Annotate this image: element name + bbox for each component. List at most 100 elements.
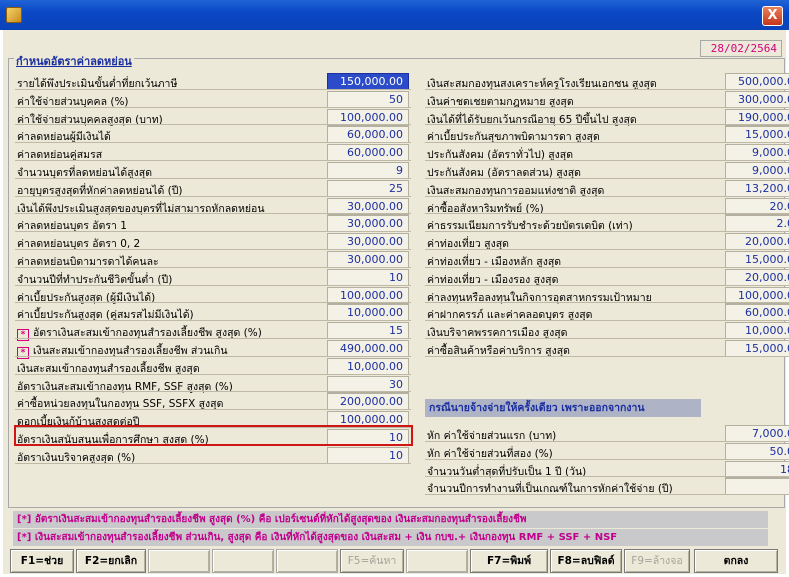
right-value-field[interactable]: 190,000.00 [725,108,789,126]
right-row: ประกันสังคม (อัตราทั่วไป) สูงสุด9,000.00 [427,144,789,162]
f9-clear-screen-button[interactable]: F9=ล้างจอ [624,549,690,573]
right-row: ค่าลงทุนหรือลงทุนในกิจการอุตสาหกรรมเป้าห… [427,286,789,304]
f8-delete-field-button[interactable]: F8=ลบฟิลด์ [550,549,622,573]
left-row: * เงินสะสมเข้ากองทุนสำรองเลี้ยงชีพ ส่วนเก… [17,340,409,359]
left-row: ค่าเบี้ยประกันสูงสุด (ผู้มีเงินได้) 100,0… [17,286,409,304]
right-row: ค่าซื้ออสังหาริมทรัพย์ (%)20.00 [427,197,789,215]
right-value-field[interactable]: 60,000.00 [725,304,789,322]
left-value-field[interactable]: 10 [327,268,409,286]
right-value-field[interactable]: 300,000.00 [725,90,789,108]
right-row: ค่าเบี้ยประกันสุขภาพบิดามารดา สูงสุด 15,0… [427,126,789,144]
row-divider [425,231,789,233]
right-value-field[interactable]: 15,000.00 [725,340,789,357]
blank-key-4 [406,549,468,573]
right-value-field[interactable]: 9,000.00 [725,144,789,162]
row-divider [15,409,411,411]
left-value-field[interactable]: 490,000.00 [327,340,409,357]
row-divider [15,462,411,464]
ok-button[interactable]: ตกลง [694,549,778,573]
left-value-field[interactable]: 30,000.00 [327,251,409,268]
right-value-field[interactable]: 100,000.00 [725,286,789,304]
row-divider [15,213,411,215]
left-row: * อัตราเงินสะสมเข้ากองทุนสำรองเลี้ยงชีพ ส… [17,322,409,342]
row-divider [425,494,789,496]
close-button[interactable]: X [762,6,783,26]
right-value-field[interactable]: 20,000.00 [725,268,789,286]
right-value-field[interactable]: 2.00 [725,215,789,233]
left-value-field[interactable]: 100,000.00 [327,108,409,126]
row-divider [15,142,411,144]
right-value-field[interactable]: 20.00 [725,197,789,215]
severance-value-field[interactable]: 50.00 [725,442,789,460]
group-title: กำหนดอัตราค่าลดหย่อน [14,52,134,70]
right-value-field[interactable]: 9,000.00 [725,162,789,179]
left-value-field[interactable]: 60,000.00 [327,126,409,144]
left-value-field[interactable]: 30 [327,375,409,393]
right-row: ค่าฝากครรภ์ และค่าคลอดบุตร สูงสุด 60,000.… [427,304,789,322]
row-divider [425,124,789,126]
left-row: จำนวนบุตรที่ลดหย่อนได้สูงสุด 9 [17,162,409,179]
left-value-field[interactable]: 10 [327,446,409,464]
left-value-field[interactable]: 150,000.00 [327,73,409,90]
left-value-field[interactable]: 30,000.00 [327,233,409,251]
row-divider [15,249,411,250]
row-divider [425,106,789,108]
f1-help-button[interactable]: F1=ช่วย [10,549,74,573]
left-value-field[interactable]: 9 [327,162,409,179]
row-divider [425,88,789,90]
left-value-field[interactable]: 30,000.00 [327,215,409,233]
left-row: ค่าลดหย่อนบุตร อัตรา 1 30,000.00 [17,215,409,233]
right-value-field[interactable]: 20,000.00 [725,233,789,251]
left-row: ค่าซื้อหน่วยลงทุนในกองทุน SSF, SSFX สูงส… [17,393,409,411]
row-divider [15,177,411,179]
left-row: อัตราเงินบริจาคสูงสุด (%) 10 [17,446,409,464]
left-value-field[interactable]: 15 [327,322,409,340]
row-divider [425,355,789,357]
highlight-box [14,425,413,446]
row-divider [15,106,411,108]
f5-search-button[interactable]: F5=ค้นหา [340,549,404,573]
severance-value-field[interactable]: 5 [725,478,789,496]
right-row: เงินบริจาคพรรคการเมือง สูงสุด10,000.00 [427,322,789,340]
left-value-field[interactable]: 50 [327,90,409,108]
row-divider [425,440,789,442]
left-row: รายได้พึงประเมินขั้นต่ำที่ยกเว้นภาษี 150,… [17,73,409,90]
right-row: เงินได้ที่ได้รับยกเว้นกรณีอายุ 65 ปีขึ้น… [427,108,789,126]
row-divider [15,231,411,233]
row-divider [15,320,411,322]
severance-row: จำนวนวันต่ำสุดที่ปรับเป็น 1 ปี (วัน)183 [427,460,789,478]
left-value-field[interactable]: 10,000.00 [327,304,409,322]
left-value-field[interactable]: 60,000.00 [327,144,409,162]
row-divider [425,320,789,322]
right-value-field[interactable]: 500,000.00 [725,73,789,90]
right-row: เงินค่าชดเชยตามกฎหมาย สูงสุด300,000.00 [427,90,789,108]
left-value-field[interactable]: 100,000.00 [327,286,409,304]
f2-cancel-button[interactable]: F2=ยกเลิก [76,549,146,573]
right-value-field[interactable]: 10,000.00 [725,322,789,340]
left-row: ค่าใช้จ่ายส่วนบุคคล (%) 50 [17,90,409,108]
date-display: 28/02/2564 [700,40,782,57]
left-value-field[interactable]: 25 [327,179,409,197]
blank-key-3 [276,549,338,573]
right-row: ค่าท่องเที่ยว สูงสุด20,000.00 [427,233,789,251]
severance-value-field[interactable]: 183 [725,460,789,478]
left-row: เงินได้พึงประเมินสูงสุดของบุตรที่ไม่สามา… [17,197,409,215]
left-value-field[interactable]: 30,000.00 [327,197,409,215]
severance-value-field[interactable]: 7,000.00 [725,425,789,442]
right-value-field[interactable]: 15,000.00 [725,251,789,268]
row-divider [15,373,411,375]
right-row: เงินสะสมกองทุนการออมแห่งชาติ สูงสุด 13,20… [427,179,789,197]
row-divider [15,195,411,197]
left-row: ค่าลดหย่อนบุตร อัตรา 0, 2 30,000.00 [17,233,409,251]
right-value-field[interactable]: 13,200.00 [725,179,789,197]
left-row: ค่าใช้จ่ายส่วนบุคคลสูงสุด (บาท) 100,000.0… [17,108,409,126]
left-value-field[interactable]: 200,000.00 [327,393,409,411]
left-row: ค่าลดหย่อนบิดามารดาได้คนละ 30,000.00 [17,251,409,268]
f7-print-button[interactable]: F7=พิมพ์ [470,549,548,573]
row-divider [15,338,411,339]
left-value-field[interactable]: 10,000.00 [327,357,409,375]
right-row: ค่าซื้อสินค้าหรือค่าบริการ สูงสุด 15,000.… [427,340,789,357]
row-divider [425,195,789,197]
row-divider [425,284,789,286]
right-value-field[interactable]: 15,000.00 [725,126,789,144]
